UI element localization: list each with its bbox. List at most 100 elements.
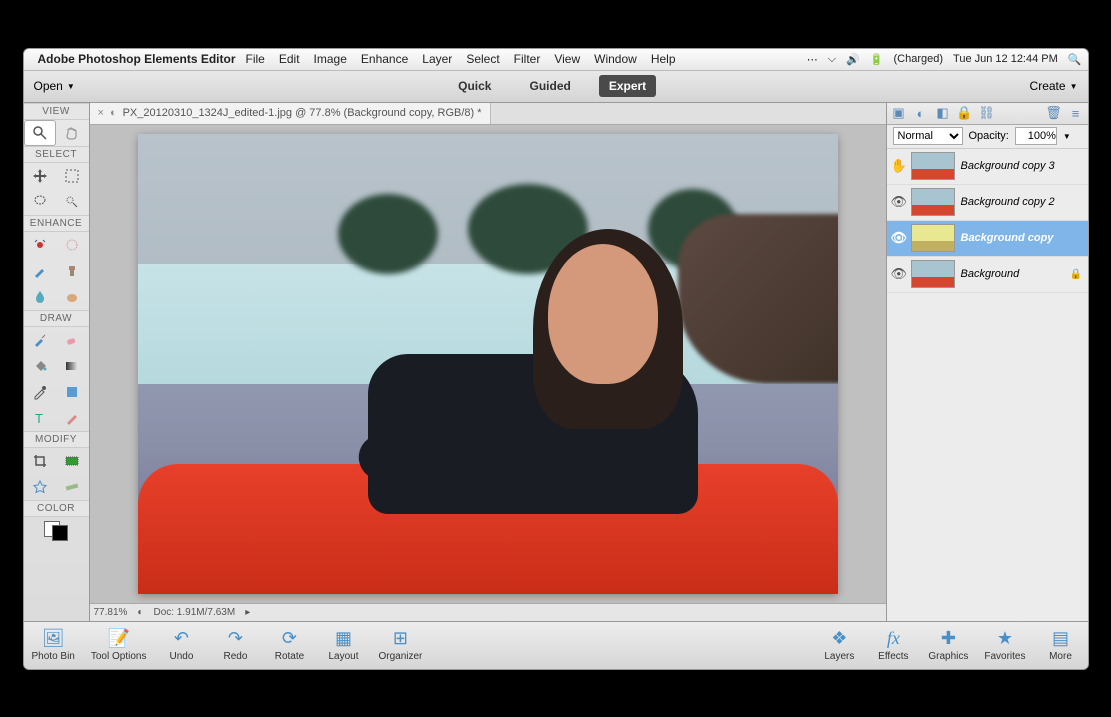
effects-button[interactable]: fx Effects [874,629,912,662]
layer-name[interactable]: Background copy [961,232,1084,244]
menu-filter[interactable]: Filter [514,52,541,66]
effects-icon: fx [887,629,900,649]
menu-window[interactable]: Window [594,52,637,66]
layer-thumbnail[interactable] [911,152,955,180]
smart-brush-tool[interactable] [24,258,57,284]
clock[interactable]: Tue Jun 12 12:44 PM [953,53,1058,65]
doc-size[interactable]: Doc: 1.91M/7.63M [153,607,235,618]
mode-quick[interactable]: Quick [448,75,501,97]
menu-file[interactable]: File [246,52,265,66]
lasso-tool[interactable] [24,189,57,215]
spotlight-icon[interactable]: 🔍 [1068,53,1082,66]
layers-button[interactable]: ❖ Layers [820,629,858,662]
hand-tool[interactable] [56,120,89,146]
recompose-tool[interactable] [56,448,89,474]
eyedropper-tool[interactable] [24,379,57,405]
link-layer-icon[interactable]: ⛓ [979,105,995,121]
organizer-button[interactable]: ⊞ Organizer [378,629,422,662]
color-swatch[interactable] [24,517,89,541]
overflow-icon[interactable]: ⋯ [807,53,818,66]
paint-bucket-tool[interactable] [24,353,57,379]
eraser-tool[interactable] [56,327,89,353]
graphics-button[interactable]: ✚ Graphics [928,629,968,662]
menu-enhance[interactable]: Enhance [361,52,408,66]
visibility-toggle[interactable]: 👁 [891,194,905,210]
document-tab[interactable]: × ◐ PX_20120310_1324J_edited-1.jpg @ 77.… [90,103,491,124]
layer-thumbnail[interactable] [911,224,955,252]
lock-layer-icon[interactable]: 🔒 [957,105,973,121]
gradient-tool[interactable] [56,353,89,379]
layer-row[interactable]: 👁 Background copy 2 [887,185,1088,221]
layer-name[interactable]: Background [961,268,1064,280]
panel-menu-icon[interactable]: ≡ [1068,105,1084,121]
clone-stamp-tool[interactable] [56,258,89,284]
menu-layer[interactable]: Layer [422,52,452,66]
menu-image[interactable]: Image [314,52,347,66]
app-topbar: Open ▼ Quick Guided Expert Create ▼ [24,71,1088,103]
layer-row[interactable]: ✋ Background copy 3 [887,149,1088,185]
visibility-toggle[interactable]: ✋ [891,158,905,174]
visibility-toggle[interactable]: 👁 [891,230,905,246]
layer-name[interactable]: Background copy 2 [961,196,1084,208]
rotate-button[interactable]: ⟳ Rotate [270,629,308,662]
section-select: SELECT [24,146,89,163]
redeye-tool[interactable] [24,232,57,258]
layout-button[interactable]: ▦ Layout [324,629,362,662]
background-color[interactable] [52,525,68,541]
wifi-icon[interactable]: ⌵ [828,53,836,66]
close-tab-icon[interactable]: × [98,107,104,119]
layer-row[interactable]: 👁 Background 🔒 [887,257,1088,293]
opacity-input[interactable] [1015,127,1057,145]
menu-select[interactable]: Select [466,52,499,66]
tool-options-button[interactable]: 📝 Tool Options [91,629,147,662]
lock-icon: 🔒 [1070,269,1084,280]
create-button[interactable]: Create ▼ [1030,79,1078,93]
delete-layer-icon[interactable]: 🗑 [1046,105,1062,121]
spot-heal-tool[interactable] [56,232,89,258]
layer-blend-row: Normal Opacity: ▼ [887,125,1088,149]
layer-row[interactable]: 👁 Background copy [887,221,1088,257]
zoom-level[interactable]: 77.81% [94,607,128,618]
volume-icon[interactable]: 🔊 [846,53,860,66]
blend-mode-select[interactable]: Normal [893,127,963,145]
layer-thumbnail[interactable] [911,188,955,216]
layer-thumbnail[interactable] [911,260,955,288]
brush-tool[interactable] [24,327,57,353]
cookie-cutter-tool[interactable] [24,474,57,500]
new-layer-icon[interactable]: ▣ [891,105,907,121]
redo-button[interactable]: ↷ Redo [216,629,254,662]
more-button[interactable]: ▤ More [1042,629,1080,662]
visibility-toggle[interactable]: 👁 [891,266,905,282]
photo-bin-button[interactable]: 🖼 Photo Bin [32,629,75,662]
bottom-bar: 🖼 Photo Bin 📝 Tool Options ↶ Undo ↷ Redo… [24,621,1088,669]
menu-help[interactable]: Help [651,52,676,66]
battery-icon[interactable]: 🔋 [870,53,884,66]
sponge-tool[interactable] [56,284,89,310]
blur-tool[interactable] [24,284,57,310]
quick-select-tool[interactable] [56,189,89,215]
mode-expert[interactable]: Expert [599,75,656,97]
section-draw: DRAW [24,310,89,327]
shape-tool[interactable] [56,379,89,405]
undo-button[interactable]: ↶ Undo [162,629,200,662]
crop-tool[interactable] [24,448,57,474]
chevron-down-icon[interactable]: ▼ [1063,132,1071,141]
layer-fx-icon[interactable]: ◐ [913,105,929,121]
canvas[interactable] [90,125,886,603]
move-tool[interactable] [24,163,57,189]
layers-panel: ▣ ◐ ◧ 🔒 ⛓ 🗑 ≡ Normal Opacity: ▼ ✋ [886,103,1088,621]
marquee-tool[interactable] [56,163,89,189]
straighten-tool[interactable] [56,474,89,500]
status-caret-icon[interactable]: ▸ [245,607,250,618]
menu-edit[interactable]: Edit [279,52,300,66]
adjustment-layer-icon[interactable]: ◧ [935,105,951,121]
type-tool[interactable]: T [24,405,57,431]
pencil-tool[interactable] [56,405,89,431]
zoom-tool[interactable] [24,120,57,146]
favorites-button[interactable]: ★ Favorites [984,629,1025,662]
layer-name[interactable]: Background copy 3 [961,160,1084,172]
menu-view[interactable]: View [554,52,580,66]
open-button[interactable]: Open ▼ [34,79,75,93]
mode-guided[interactable]: Guided [519,75,580,97]
photo-bin-icon: 🖼 [42,629,65,649]
